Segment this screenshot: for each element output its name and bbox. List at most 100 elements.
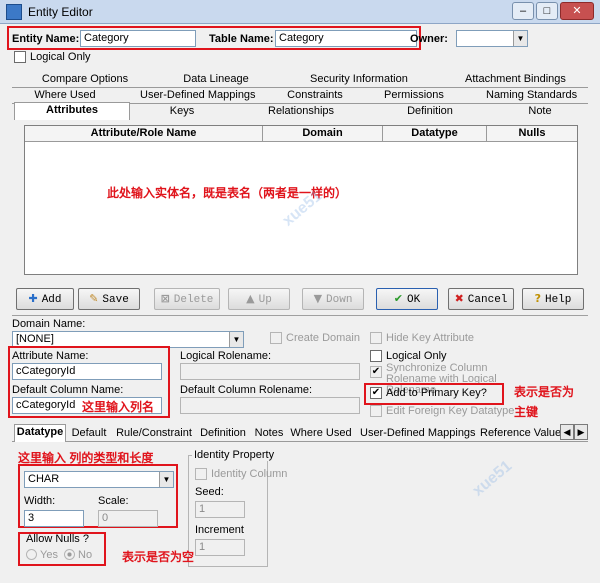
watermark: xue51 bbox=[469, 457, 516, 500]
column-header-datatype[interactable]: Datatype bbox=[383, 126, 487, 142]
add-to-primary-key-checkbox[interactable]: ✔ bbox=[370, 387, 382, 399]
minimize-icon[interactable]: – bbox=[512, 2, 534, 20]
tab-compare-options[interactable]: Compare Options bbox=[40, 72, 130, 88]
tab-constraints[interactable]: Constraints bbox=[286, 88, 344, 104]
logical-rolename-label: Logical Rolename: bbox=[180, 350, 272, 362]
column-header-attribute[interactable]: Attribute/Role Name bbox=[25, 126, 263, 142]
identity-column-checkbox[interactable] bbox=[195, 468, 207, 480]
close-icon[interactable]: ✕ bbox=[560, 2, 594, 20]
column-header-nulls[interactable]: Nulls bbox=[487, 126, 577, 142]
attribute-name-label: Attribute Name: bbox=[12, 350, 89, 362]
width-field[interactable]: 3 bbox=[24, 510, 84, 527]
default-column-name-label: Default Column Name: bbox=[12, 384, 124, 396]
logical-rolename-field[interactable] bbox=[180, 363, 360, 380]
create-domain-checkbox[interactable] bbox=[270, 332, 282, 344]
tab-note[interactable]: Note bbox=[520, 104, 560, 120]
domain-name-label: Domain Name: bbox=[12, 318, 86, 330]
tab-naming-standards[interactable]: Naming Standards bbox=[486, 88, 577, 104]
tab-where-used-2[interactable]: Where Used bbox=[290, 426, 352, 442]
tab-scroll-right-icon[interactable]: ▶ bbox=[574, 424, 588, 440]
tab-rule-constraint[interactable]: Rule/Constraint bbox=[116, 426, 192, 442]
window-title: Entity Editor bbox=[28, 5, 93, 19]
attribute-name-field[interactable]: cCategoryId bbox=[12, 363, 162, 380]
arrow-up-icon: ▲ bbox=[246, 292, 255, 305]
seed-label: Seed: bbox=[195, 486, 224, 498]
up-button[interactable]: ▲ Up bbox=[228, 288, 290, 310]
tab-keys[interactable]: Keys bbox=[162, 104, 202, 120]
app-icon bbox=[6, 4, 22, 20]
arrow-down-icon: ▼ bbox=[313, 292, 323, 305]
add-to-primary-key-label: Add to Primary Key? bbox=[386, 387, 487, 399]
default-column-rolename-field[interactable] bbox=[180, 397, 360, 414]
plus-icon: ✚ bbox=[28, 292, 38, 305]
allow-nulls-yes-label: Yes bbox=[40, 549, 58, 561]
delete-icon: ⊠ bbox=[160, 292, 170, 305]
width-label: Width: bbox=[24, 495, 56, 507]
seed-field[interactable]: 1 bbox=[195, 501, 245, 518]
datatype-select[interactable]: CHAR bbox=[24, 471, 174, 488]
tab-definition-2[interactable]: Definition bbox=[198, 426, 248, 442]
create-domain-label: Create Domain bbox=[286, 332, 360, 344]
column-header-domain[interactable]: Domain bbox=[263, 126, 383, 142]
tab-permissions[interactable]: Permissions bbox=[384, 88, 444, 104]
tab-attachment-bindings[interactable]: Attachment Bindings bbox=[465, 72, 566, 88]
tab-definition[interactable]: Definition bbox=[404, 104, 456, 120]
entity-name-label: Entity Name: bbox=[12, 33, 80, 45]
tab-notes[interactable]: Notes bbox=[252, 426, 286, 442]
allow-nulls-yes-radio[interactable] bbox=[26, 549, 37, 560]
tab-security-information[interactable]: Security Information bbox=[310, 72, 408, 88]
allow-nulls-annotation: 表示是否为空 bbox=[122, 550, 195, 564]
pencil-icon: ✎ bbox=[89, 292, 99, 305]
tab-datatype[interactable]: Datatype bbox=[14, 424, 66, 442]
x-icon: ✖ bbox=[454, 292, 464, 305]
edit-fk-datatype-checkbox[interactable] bbox=[370, 405, 382, 417]
table-name-label: Table Name: bbox=[209, 33, 274, 45]
allow-nulls-no-label: No bbox=[78, 549, 93, 561]
logical-only-checkbox-2[interactable] bbox=[370, 350, 382, 362]
scale-label: Scale: bbox=[98, 495, 129, 507]
chevron-down-icon[interactable]: ▼ bbox=[229, 332, 243, 347]
increment-field[interactable]: 1 bbox=[195, 539, 245, 556]
tab-user-defined-mappings[interactable]: User-Defined Mappings bbox=[140, 88, 256, 104]
tab-attributes[interactable]: Attributes bbox=[14, 102, 130, 120]
question-icon: ? bbox=[534, 292, 541, 305]
cancel-button[interactable]: ✖ Cancel bbox=[448, 288, 514, 310]
default-column-rolename-label: Default Column Rolename: bbox=[180, 384, 313, 396]
add-button[interactable]: ✚ Add bbox=[16, 288, 74, 310]
ok-button[interactable]: ✔ OK bbox=[376, 288, 438, 310]
sync-rolename-checkbox[interactable]: ✔ bbox=[370, 366, 382, 378]
logical-only-checkbox[interactable] bbox=[14, 51, 26, 63]
save-button[interactable]: ✎ Save bbox=[78, 288, 140, 310]
tab-default[interactable]: Default bbox=[68, 426, 110, 442]
help-button[interactable]: ? Help bbox=[522, 288, 584, 310]
tab-relationships[interactable]: Relationships bbox=[268, 104, 334, 120]
chevron-down-icon[interactable]: ▼ bbox=[513, 31, 527, 46]
tab-data-lineage[interactable]: Data Lineage bbox=[180, 72, 252, 88]
column-name-annotation: 这里输入列名 bbox=[82, 400, 155, 414]
tab-user-defined-mappings-2[interactable]: User-Defined Mappings bbox=[360, 426, 476, 442]
owner-label: Owner: bbox=[410, 33, 448, 45]
maximize-icon[interactable]: □ bbox=[536, 2, 558, 20]
delete-button[interactable]: ⊠ Delete bbox=[154, 288, 220, 310]
tab-reference-value[interactable]: Reference Value bbox=[480, 426, 561, 442]
entity-name-field[interactable]: Category bbox=[80, 30, 196, 47]
down-button[interactable]: ▼ Down bbox=[302, 288, 364, 310]
increment-label: Increment bbox=[195, 524, 244, 536]
logical-only-label: Logical Only bbox=[30, 51, 91, 63]
identity-column-label: Identity Column bbox=[211, 468, 288, 480]
hide-key-attribute-checkbox[interactable] bbox=[370, 332, 382, 344]
check-icon: ✔ bbox=[393, 292, 403, 305]
allow-nulls-label: Allow Nulls ? bbox=[26, 533, 89, 545]
identity-property-title: Identity Property bbox=[192, 449, 277, 461]
separator bbox=[12, 315, 588, 316]
logical-only-label-2: Logical Only bbox=[386, 350, 447, 362]
table-name-field[interactable]: Category bbox=[275, 30, 417, 47]
allow-nulls-no-radio[interactable] bbox=[64, 549, 75, 560]
hide-key-attribute-label: Hide Key Attribute bbox=[386, 332, 475, 344]
chevron-down-icon[interactable]: ▼ bbox=[159, 472, 173, 487]
primary-key-annotation: 表示是否为 bbox=[514, 385, 575, 399]
tab-scroll-left-icon[interactable]: ◀ bbox=[560, 424, 574, 440]
edit-fk-datatype-label: Edit Foreign Key Datatype bbox=[386, 405, 515, 417]
scale-field[interactable]: 0 bbox=[98, 510, 158, 527]
primary-key-annotation-2: 主键 bbox=[514, 405, 539, 419]
